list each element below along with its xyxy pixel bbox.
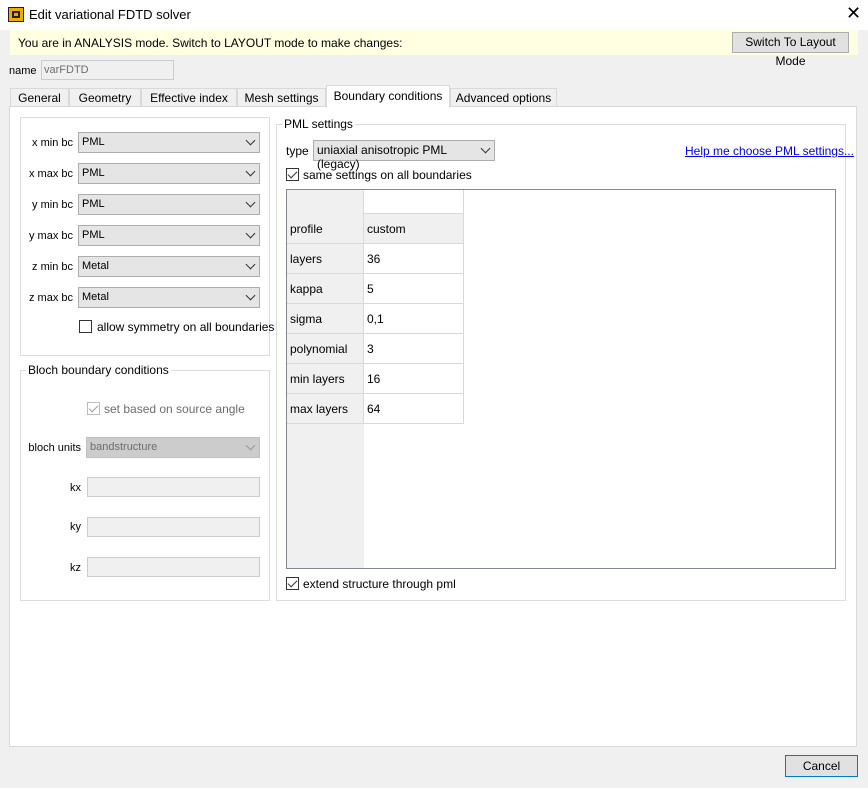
x-min-bc-value: PML <box>82 136 105 148</box>
y-min-bc-value: PML <box>82 198 105 210</box>
chevron-down-icon <box>245 228 256 239</box>
x-min-bc-select[interactable]: PML <box>78 132 260 153</box>
pml-row-key: sigma <box>287 304 364 334</box>
pml-settings-title: PML settings <box>282 117 355 131</box>
kz-label: kz <box>70 562 81 574</box>
chevron-down-icon <box>245 166 256 177</box>
cancel-button[interactable]: Cancel <box>785 755 858 777</box>
pml-row-kappa: kappa 5 <box>287 274 464 304</box>
pml-row-min-layers: min layers 16 <box>287 364 464 394</box>
pml-row-key: max layers <box>287 394 364 424</box>
x-max-bc-select[interactable]: PML <box>78 163 260 184</box>
close-icon[interactable]: ✕ <box>846 4 861 22</box>
pml-row-layers: layers 36 <box>287 244 464 274</box>
y-max-bc-label: y max bc <box>28 230 73 242</box>
tab-general[interactable]: General <box>10 88 69 107</box>
pml-row-sigma: sigma 0,1 <box>287 304 464 334</box>
y-max-bc-select[interactable]: PML <box>78 225 260 246</box>
pml-row-max-layers: max layers 64 <box>287 394 464 424</box>
bloch-units-label: bloch units <box>28 442 81 454</box>
pml-row-value[interactable]: 36 <box>364 244 464 274</box>
z-min-bc-select[interactable]: Metal <box>78 256 260 277</box>
z-max-bc-label: z max bc <box>28 292 73 304</box>
bloch-units-value: bandstructure <box>90 441 158 453</box>
chevron-down-icon <box>245 259 256 270</box>
bloch-group-title: Bloch boundary conditions <box>26 363 171 377</box>
tab-effective-index[interactable]: Effective index <box>141 88 237 107</box>
tab-mesh-settings[interactable]: Mesh settings <box>237 88 326 107</box>
pml-row-key: profile <box>287 214 364 244</box>
same-settings-label: same settings on all boundaries <box>303 168 472 182</box>
y-min-bc-select[interactable]: PML <box>78 194 260 215</box>
x-max-bc-value: PML <box>82 167 105 179</box>
chevron-down-icon <box>245 290 256 301</box>
kx-input[interactable] <box>87 477 260 497</box>
name-label: name <box>9 65 37 77</box>
pml-table-corner-cell <box>287 190 364 214</box>
y-max-bc-value: PML <box>82 229 105 241</box>
chevron-down-icon <box>245 197 256 208</box>
chevron-down-icon <box>245 135 256 146</box>
y-min-bc-label: y min bc <box>32 199 73 211</box>
set-based-on-source-angle-checkbox[interactable] <box>87 402 100 415</box>
kz-input[interactable] <box>87 557 260 577</box>
set-based-on-source-angle-label: set based on source angle <box>104 402 245 416</box>
allow-symmetry-label: allow symmetry on all boundaries <box>97 320 275 334</box>
banner-text: You are in ANALYSIS mode. Switch to LAYO… <box>18 36 403 50</box>
kx-label: kx <box>70 482 81 494</box>
z-min-bc-label: z min bc <box>32 261 73 273</box>
app-logo-icon <box>8 7 24 22</box>
pml-row-value[interactable]: 0,1 <box>364 304 464 334</box>
tab-advanced-options[interactable]: Advanced options <box>450 88 557 107</box>
z-max-bc-value: Metal <box>82 291 109 303</box>
ky-input[interactable] <box>87 517 260 537</box>
same-settings-checkbox[interactable] <box>286 168 299 181</box>
pml-row-value[interactable]: 64 <box>364 394 464 424</box>
pml-row-key: min layers <box>287 364 364 394</box>
z-min-bc-value: Metal <box>82 260 109 272</box>
x-min-bc-label: x min bc <box>32 137 73 149</box>
pml-row-key: layers <box>287 244 364 274</box>
pml-type-select[interactable]: uniaxial anisotropic PML (legacy) <box>313 140 495 171</box>
extend-structure-checkbox[interactable] <box>286 577 299 590</box>
pml-row-value[interactable]: 3 <box>364 334 464 364</box>
chevron-down-icon <box>480 143 491 154</box>
pml-row-profile: profile custom <box>287 214 464 244</box>
pml-row-polynomial: polynomial 3 <box>287 334 464 364</box>
allow-symmetry-checkbox[interactable] <box>79 320 92 333</box>
pml-help-link[interactable]: Help me choose PML settings... <box>685 144 854 158</box>
pml-row-key: kappa <box>287 274 364 304</box>
pml-row-value[interactable]: custom <box>364 214 464 244</box>
switch-to-layout-button[interactable]: Switch To Layout Mode <box>732 32 849 68</box>
tab-boundary-conditions[interactable]: Boundary conditions <box>326 85 450 108</box>
ky-label: ky <box>70 521 81 533</box>
z-max-bc-select[interactable]: Metal <box>78 287 260 308</box>
pml-row-key: polynomial <box>287 334 364 364</box>
tab-geometry[interactable]: Geometry <box>69 88 141 107</box>
name-field[interactable]: varFDTD <box>41 60 174 80</box>
chevron-down-icon <box>245 440 256 451</box>
pml-type-label: type <box>286 144 309 158</box>
x-max-bc-label: x max bc <box>28 168 73 180</box>
extend-structure-label: extend structure through pml <box>303 577 456 591</box>
pml-row-value[interactable]: 16 <box>364 364 464 394</box>
window-title: Edit variational FDTD solver <box>29 7 191 22</box>
bloch-units-select[interactable]: bandstructure <box>86 437 260 458</box>
pml-row-value[interactable]: 5 <box>364 274 464 304</box>
